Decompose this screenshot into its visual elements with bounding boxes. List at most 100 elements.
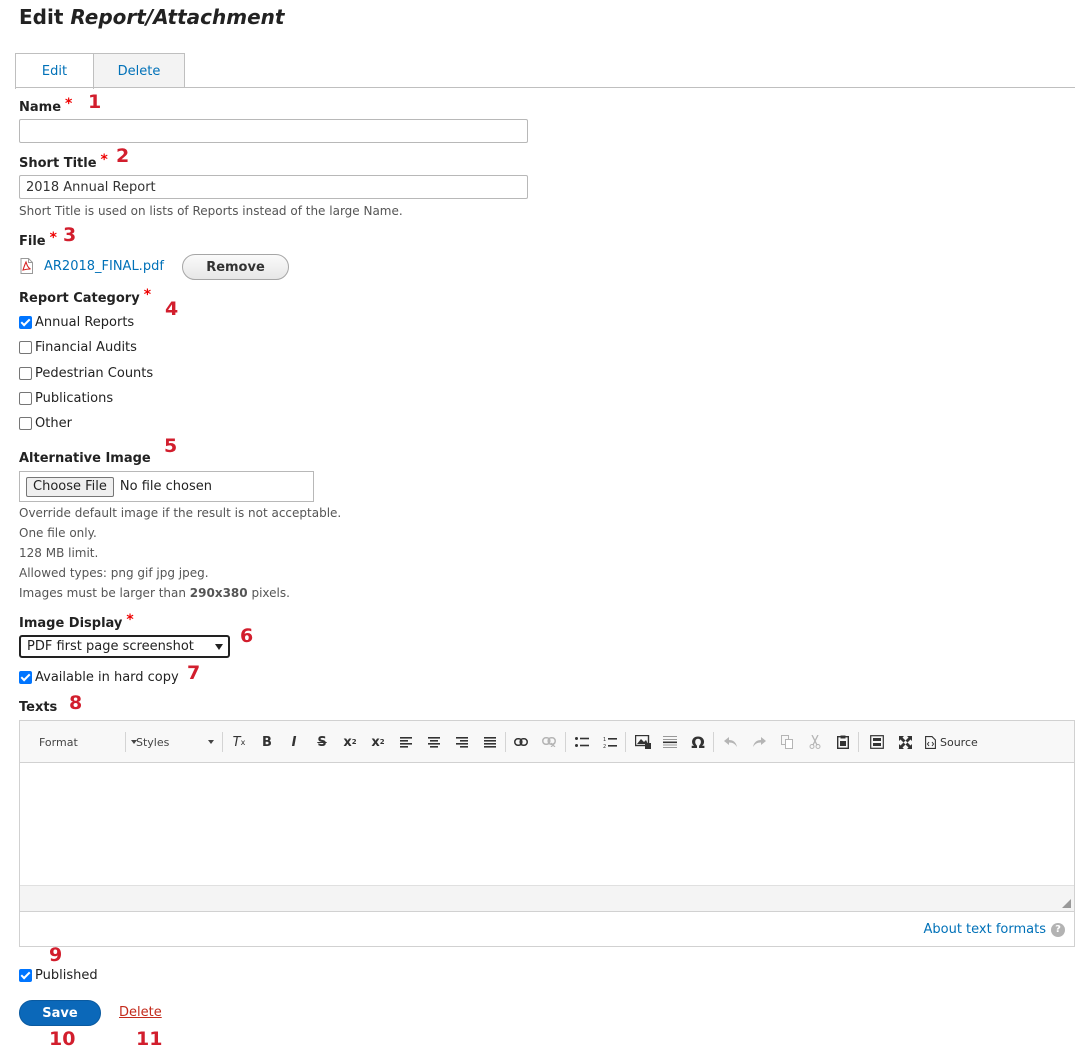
texts-label: Texts (19, 700, 58, 715)
about-text-formats[interactable]: About text formats ? (923, 922, 1065, 937)
show-blocks-icon[interactable] (868, 733, 886, 751)
category-option-pedestrian-counts[interactable]: Pedestrian Counts (19, 366, 153, 381)
chevron-down-icon (208, 740, 214, 744)
required-marker: * (100, 152, 108, 168)
save-button[interactable]: Save (19, 1000, 101, 1026)
alt-image-help-2: One file only. (19, 526, 97, 540)
checkbox-hard-copy[interactable] (19, 671, 32, 684)
required-marker: * (65, 96, 73, 112)
image-display-label: Image Display * (19, 612, 134, 631)
file-link[interactable]: AR2018_FINAL.pdf (44, 259, 164, 274)
annotation-marker-11: 11 (136, 1028, 163, 1050)
align-left-icon[interactable] (397, 733, 415, 751)
subscript-icon[interactable]: x2 (369, 733, 387, 751)
alt-image-size-help: Images must be larger than 290x380 pixel… (19, 586, 290, 600)
tab-delete[interactable]: Delete (93, 53, 185, 88)
delete-link[interactable]: Delete (119, 1005, 162, 1020)
checkbox-financial-audits[interactable] (19, 341, 32, 354)
editor-content-area[interactable] (20, 764, 1074, 885)
format-dropdown[interactable]: Format (39, 733, 137, 751)
styles-dropdown[interactable]: Styles (136, 733, 214, 751)
checkbox-pedestrian-counts[interactable] (19, 367, 32, 380)
annotation-marker-10: 10 (49, 1028, 76, 1050)
min-image-size: 290x380 (189, 586, 248, 600)
undo-icon[interactable] (722, 733, 740, 751)
redo-icon[interactable] (750, 733, 768, 751)
alternative-image-label: Alternative Image (19, 451, 151, 466)
checkbox-annual-reports[interactable] (19, 316, 32, 329)
required-marker: * (49, 230, 57, 246)
category-option-publications[interactable]: Publications (19, 391, 113, 406)
annotation-marker-3: 3 (63, 224, 77, 246)
name-input[interactable] (19, 119, 528, 143)
annotation-marker-1: 1 (88, 91, 102, 113)
no-file-text: No file chosen (119, 479, 212, 494)
short-title-description: Short Title is used on lists of Reports … (19, 204, 403, 218)
italic-icon[interactable]: I (285, 733, 303, 751)
annotation-marker-5: 5 (164, 435, 178, 457)
alternative-image-file-input[interactable]: Choose File No file chosen (19, 471, 314, 502)
image-display-select[interactable]: PDF first page screenshot (19, 635, 230, 658)
checkbox-other[interactable] (19, 417, 32, 430)
align-right-icon[interactable] (453, 733, 471, 751)
help-icon[interactable]: ? (1051, 922, 1065, 937)
editor-toolbar: Format Styles Tx B I S x2 x2 1 2 Ω Sourc… (20, 721, 1074, 763)
horizontal-line-icon[interactable] (661, 733, 679, 751)
category-option-other[interactable]: Other (19, 416, 72, 431)
alt-image-help-3: 128 MB limit. (19, 546, 99, 560)
about-text-formats-link[interactable]: About text formats (923, 922, 1046, 937)
report-category-label: Report Category * (19, 287, 152, 306)
tab-edit[interactable]: Edit (15, 53, 94, 89)
annotation-marker-8: 8 (69, 692, 83, 714)
copy-icon[interactable] (778, 733, 796, 751)
short-title-label: Short Title * (19, 152, 108, 171)
source-icon (925, 735, 936, 749)
choose-file-button[interactable]: Choose File (26, 476, 114, 497)
align-center-icon[interactable] (425, 733, 443, 751)
short-title-input[interactable] (19, 175, 528, 199)
link-icon[interactable] (512, 733, 530, 751)
special-character-icon[interactable]: Ω (689, 733, 707, 752)
unlink-icon[interactable] (540, 733, 558, 751)
tabs-divider (15, 87, 1075, 88)
category-option-financial-audits[interactable]: Financial Audits (19, 340, 137, 355)
alt-image-help-1: Override default image if the result is … (19, 506, 342, 520)
file-label: File * (19, 230, 57, 249)
svg-text:1: 1 (603, 737, 606, 743)
annotation-marker-4: 4 (165, 298, 179, 320)
svg-text:2: 2 (603, 744, 606, 748)
paste-icon[interactable] (834, 733, 852, 751)
page-title-entity: Report/Attachment (70, 5, 285, 29)
source-button[interactable]: Source (925, 733, 981, 751)
align-justify-icon[interactable] (481, 733, 499, 751)
editor-status-bar (20, 885, 1074, 912)
checkbox-published[interactable] (19, 969, 32, 982)
image-icon[interactable] (633, 733, 653, 751)
published-option[interactable]: Published (19, 968, 98, 983)
required-marker: * (126, 612, 134, 628)
maximize-icon[interactable] (896, 733, 914, 751)
name-label: Name * (19, 96, 73, 115)
rich-text-editor: Format Styles Tx B I S x2 x2 1 2 Ω Sourc… (19, 720, 1075, 947)
annotation-marker-9: 9 (49, 944, 63, 966)
cut-icon[interactable] (806, 733, 824, 751)
annotation-marker-2: 2 (116, 145, 130, 167)
checkbox-publications[interactable] (19, 392, 32, 405)
bulleted-list-icon[interactable] (573, 733, 591, 751)
required-marker: * (143, 287, 152, 303)
annotation-marker-7: 7 (187, 662, 201, 684)
remove-format-icon[interactable]: Tx (230, 733, 248, 751)
resize-handle-icon[interactable] (1062, 899, 1071, 908)
page-title: Edit Report/Attachment (19, 5, 285, 29)
strikethrough-icon[interactable]: S (313, 733, 331, 751)
remove-button[interactable]: Remove (182, 254, 289, 280)
bold-icon[interactable]: B (258, 733, 276, 751)
pdf-file-icon (20, 258, 33, 274)
category-option-annual-reports[interactable]: Annual Reports (19, 315, 134, 330)
superscript-icon[interactable]: x2 (341, 733, 359, 751)
chevron-down-icon (215, 643, 223, 650)
hard-copy-option[interactable]: Available in hard copy (19, 670, 179, 685)
alt-image-help-4: Allowed types: png gif jpg jpeg. (19, 566, 209, 580)
numbered-list-icon[interactable]: 12 (601, 733, 619, 751)
annotation-marker-6: 6 (240, 625, 254, 647)
